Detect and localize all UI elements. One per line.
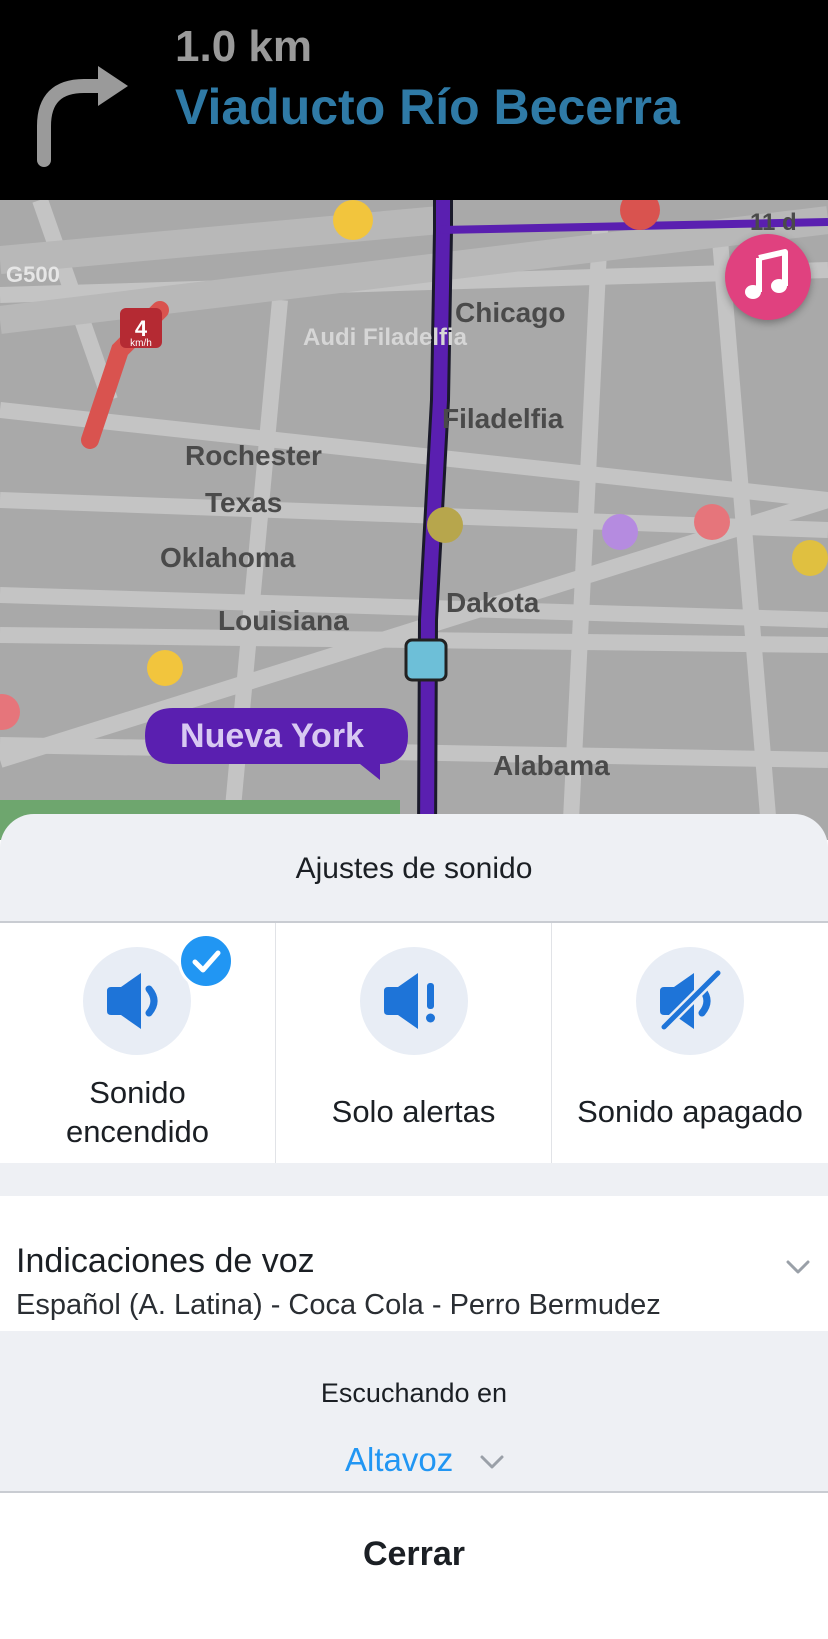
speaker-alert-icon [360, 947, 468, 1055]
speaker-muted-icon [636, 947, 744, 1055]
street-label: Louisiana [218, 605, 349, 636]
music-button[interactable] [725, 234, 811, 320]
audio-output-selector[interactable]: Altavoz [345, 1441, 453, 1479]
speed-sign-unit: km/h [130, 338, 152, 349]
sound-settings-sheet: Ajustes de sonido Sonido encendido Solo … [0, 814, 828, 1639]
street-label: Texas [205, 487, 282, 518]
street-label: Chicago [455, 297, 565, 328]
street-label: Rochester [185, 440, 322, 471]
street-label: Oklahoma [160, 542, 296, 573]
turn-right-arrow-icon [37, 66, 128, 167]
map-view[interactable]: 4 km/h G500 Audi Filadelfia Chicago Fila… [0, 200, 828, 840]
selected-check-icon [178, 933, 234, 989]
music-note-icon [745, 249, 788, 299]
speaker-on-icon [83, 947, 191, 1055]
street-label: G500 [6, 262, 60, 287]
chevron-down-icon[interactable] [478, 1450, 506, 1474]
option-label: Solo alertas [331, 1094, 496, 1129]
listening-on-section: Escuchando en Altavoz [0, 1331, 828, 1493]
listening-on-label: Escuchando en [320, 1378, 508, 1408]
sheet-title: Ajustes de sonido [295, 852, 533, 885]
sound-off-option[interactable]: Sonido apagado [552, 923, 828, 1163]
navigation-banner[interactable]: 1.0 km Viaducto Río Becerra [0, 0, 828, 200]
voice-directions-value: Español (A. Latina) - Coca Cola - Perro … [16, 1289, 661, 1321]
location-label: Nueva York [180, 717, 364, 755]
street-label: Dakota [446, 587, 540, 618]
street-label: Audi Filadelfia [303, 324, 468, 351]
close-area: Cerrar [0, 1493, 828, 1639]
sound-options: Sonido encendido Solo alertas Sonido apa… [0, 923, 828, 1163]
close-button[interactable]: Cerrar [0, 1535, 828, 1574]
next-street-name: Viaducto Río Becerra [175, 79, 680, 135]
street-label: 11 d [750, 209, 797, 236]
street-label: Alabama [493, 750, 610, 781]
alerts-only-option[interactable]: Solo alertas [276, 923, 551, 1163]
option-label: Sonido encendido [65, 1075, 210, 1149]
distance-to-turn: 1.0 km [175, 22, 312, 71]
section-gap [0, 1163, 828, 1196]
option-label: Sonido apagado [577, 1094, 803, 1129]
chevron-down-icon [786, 1260, 810, 1274]
voice-directions-title: Indicaciones de voz [16, 1242, 315, 1280]
map-canvas[interactable]: 4 km/h G500 Audi Filadelfia Chicago Fila… [0, 200, 828, 840]
sheet-header: Ajustes de sonido [0, 814, 828, 923]
sound-on-option[interactable]: Sonido encendido [0, 923, 275, 1163]
street-label: Filadelfia [442, 403, 564, 434]
voice-directions-row[interactable]: Indicaciones de voz Español (A. Latina) … [0, 1196, 828, 1331]
